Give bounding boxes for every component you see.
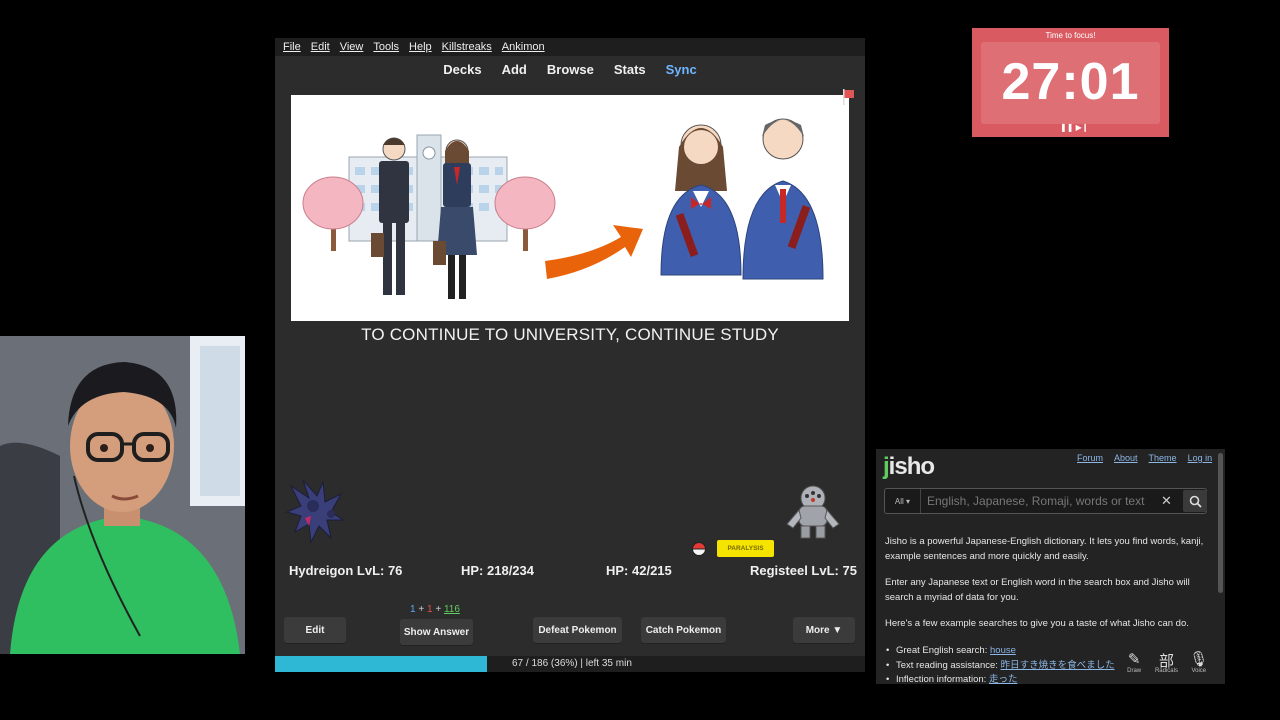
count-separator: + [435,604,442,615]
menu-tools[interactable]: Tools [373,41,399,53]
microphone-icon: 🎙 [1189,651,1209,668]
menu-edit[interactable]: Edit [311,41,330,53]
registeel-sprite [786,485,840,539]
forum-link[interactable]: Forum [1077,453,1103,463]
login-link[interactable]: Log in [1188,453,1213,463]
hydreigon-sprite [285,479,345,544]
input-tools: ✎ Draw 部 Radicals 🎙 Voice [1118,650,1215,684]
flag-icon[interactable] [842,89,854,105]
about-link[interactable]: About [1114,453,1138,463]
top-nav: Decks Add Browse Stats Sync [275,56,865,82]
new-count: 1 [410,604,416,615]
intro-paragraph: Here's a few example searches to give yo… [885,618,1189,630]
anki-window: File Edit View Tools Help Killstreaks An… [275,38,865,672]
theme-link[interactable]: Theme [1149,453,1177,463]
example-link[interactable]: 昨日すき焼きを食べました [1001,660,1115,671]
nav-browse[interactable]: Browse [547,62,594,77]
nav-decks[interactable]: Decks [443,62,481,77]
timer-value: 27:01 [1001,53,1140,111]
player-pokemon-name: Hydreigon LvL: 76 [289,563,403,578]
radicals-tool[interactable]: 部 Radicals [1151,650,1181,684]
scrollbar[interactable] [1218,453,1223,593]
draw-tool[interactable]: ✎ Draw [1119,650,1149,684]
menu-help[interactable]: Help [409,41,432,53]
example-link[interactable]: house [990,645,1016,656]
show-answer-button[interactable]: Show Answer [400,619,473,645]
due-counts: 1 + 1 + 116 [410,604,460,615]
menu-view[interactable]: View [340,41,364,53]
intro-paragraph: Jisho is a powerful Japanese-English dic… [885,536,1204,562]
progress-fill [275,656,488,672]
jisho-search-bar: All ▾ English, Japanese, Romaji, words o… [884,488,1207,514]
nav-add[interactable]: Add [502,62,527,77]
voice-tool[interactable]: 🎙 Voice [1184,650,1214,684]
defeat-pokemon-button[interactable]: Defeat Pokemon [533,617,622,643]
example-link[interactable]: 走った [989,674,1018,684]
radicals-icon: 部 [1158,653,1174,670]
search-button[interactable] [1183,490,1207,512]
card-front-text: TO CONTINUE TO UNIVERSITY, CONTINUE STUD… [361,325,779,344]
nav-sync[interactable]: Sync [666,62,697,77]
menu-killstreaks[interactable]: Killstreaks [442,41,492,53]
enemy-hp: HP: 42/215 [606,563,672,578]
review-count: 116 [443,604,460,615]
search-input[interactable]: English, Japanese, Romaji, words or text [927,494,1155,508]
enemy-pokemon-name: Registeel LvL: 75 [750,563,857,578]
jisho-logo[interactable]: jisho [883,453,935,481]
player-hp: HP: 218/234 [461,563,534,578]
count-separator: + [418,604,425,615]
search-icon [1189,495,1202,508]
clear-icon[interactable]: ✕ [1161,493,1172,509]
intro-paragraph: Enter any Japanese text or English word … [885,577,1190,603]
webcam-feed [0,336,245,654]
menu-file[interactable]: File [283,41,301,53]
jisho-panel: jisho Forum About Theme Log in All ▾ Eng… [876,449,1225,684]
menu-bar: File Edit View Tools Help Killstreaks An… [275,38,865,56]
learn-count: 1 [426,604,433,615]
edit-button[interactable]: Edit [284,617,346,643]
draw-icon: ✎ [1127,651,1141,668]
focus-timer: Time to focus! 27:01 ❚❚ ▶❙ [972,28,1169,137]
timer-label: Time to focus! [1045,31,1096,40]
pokeball-icon [692,542,706,556]
more-button[interactable]: More ▼ [793,617,855,643]
progress-text: 67 / 186 (36%) | left 35 min [512,658,632,669]
jisho-header-links: Forum About Theme Log in [1077,453,1212,463]
menu-ankimon[interactable]: Ankimon [502,41,545,53]
card-illustration [291,95,849,321]
nav-stats[interactable]: Stats [614,62,646,77]
status-badge: PARALYSIS [717,540,774,557]
search-filter-select[interactable]: All ▾ [885,489,921,513]
timer-pause-skip-icon[interactable]: ❚❚ ▶❙ [1060,123,1088,132]
catch-pokemon-button[interactable]: Catch Pokemon [641,617,726,643]
